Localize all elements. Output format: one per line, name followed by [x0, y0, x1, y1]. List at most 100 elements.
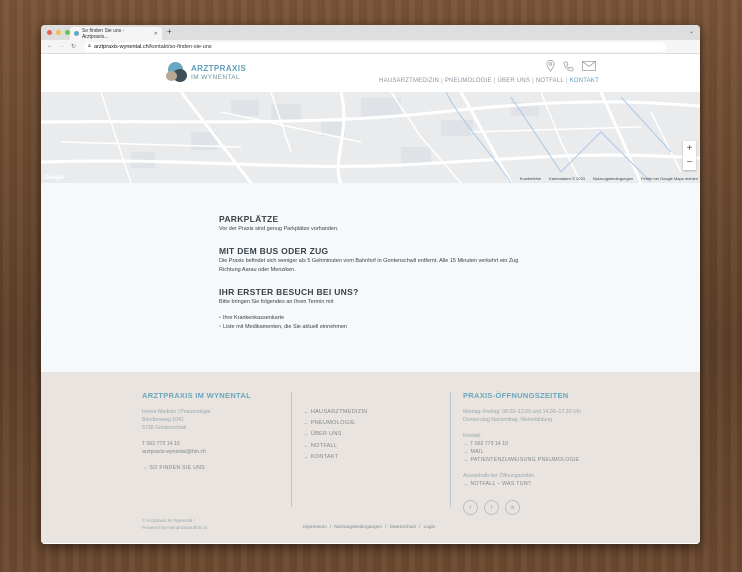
footer-hours-column: PRAXIS-ÖFFNUNGSZEITEN Montag–Freitag: 08…: [463, 392, 581, 515]
opening-hours-note: Donnerstag Nachmittag: Weiterbildung: [463, 417, 553, 423]
section-title: MIT DEM BUS ODER ZUG: [219, 246, 329, 256]
url-input[interactable]: 🔒︎ arztpraxis-wynental.ch/kontakt/so-fin…: [84, 41, 667, 52]
twitter-icon[interactable]: t: [463, 500, 478, 515]
social-links: t f in: [463, 500, 581, 515]
arrow-right-icon: →: [303, 431, 309, 438]
mail-icon[interactable]: [582, 61, 596, 71]
site-logo[interactable]: ARZTPRAXIS IM WYNENTAL: [166, 60, 246, 84]
close-tab-icon[interactable]: ✕: [154, 31, 158, 37]
linkedin-icon[interactable]: in: [505, 500, 520, 515]
map-link[interactable]: Fehler bei Google Maps melden: [641, 176, 698, 181]
section-first-visit: IHR ERSTER BESUCH BEI UNS? Bitte bringen…: [219, 287, 700, 332]
list-item: • Ihre Krankenkassenkarte: [219, 315, 285, 321]
find-us-link[interactable]: → SO FINDEN SIE UNS: [142, 464, 251, 472]
tab-list-icon[interactable]: ⌄: [689, 28, 694, 35]
nav-item-hausarztmedizin[interactable]: HAUSARZTMEDIZIN: [379, 78, 439, 84]
section-title: PARKPLÄTZE: [219, 214, 279, 224]
header-icons: [546, 60, 596, 72]
footer-city: 5728 Gontenschwil: [142, 425, 187, 431]
legal-links: Impressum / Nutzungsbedingungen / Datensch…: [303, 525, 436, 530]
reload-icon[interactable]: ↻: [71, 43, 76, 50]
section-title: IHR ERSTER BESUCH BEI UNS?: [219, 287, 359, 297]
arrow-right-icon: →: [463, 441, 469, 447]
arrow-right-icon: →: [142, 465, 148, 471]
footer-address-column: ARZTPRAXIS IM WYNENTAL Innere Medizin | …: [142, 392, 251, 472]
minimize-window-button[interactable]: [56, 30, 61, 35]
phone-icon[interactable]: [563, 61, 574, 72]
arrow-right-icon: →: [463, 457, 469, 463]
footer-nav-item[interactable]: → NOTFALL: [303, 441, 368, 452]
nav-item-notfall[interactable]: NOTFALL: [536, 78, 564, 84]
map-link[interactable]: Kurzbefehle: [520, 176, 541, 181]
section-text: Bitte bringen Sie folgendes an Ihren Ter…: [219, 299, 334, 305]
address-bar-row: ← → ↻ 🔒︎ arztpraxis-wynental.ch/kontakt/…: [41, 40, 700, 54]
legal-link-login[interactable]: Login: [423, 525, 435, 530]
new-tab-button[interactable]: +: [167, 27, 172, 36]
google-logo: Google: [44, 175, 65, 181]
back-icon[interactable]: ←: [47, 43, 53, 50]
arrow-right-icon: →: [303, 442, 309, 449]
web-page: ARZTPRAXIS IM WYNENTAL HAUSARZTMEDIZIN | …: [41, 54, 700, 544]
site-footer: ARZTPRAXIS IM WYNENTAL Innere Medizin | …: [41, 372, 700, 543]
footer-title: PRAXIS-ÖFFNUNGSZEITEN: [463, 391, 569, 400]
footer-email[interactable]: arztpraxis-wynental@hin.ch: [142, 448, 251, 456]
window-controls: [47, 30, 70, 35]
favicon-icon: [74, 31, 79, 36]
contact-mail-link[interactable]: → MAIL: [463, 448, 581, 456]
section-parking: PARKPLÄTZE Vor der Praxis sind genug Par…: [219, 214, 700, 234]
arrow-right-icon: →: [463, 449, 469, 455]
bullet-icon: •: [219, 315, 221, 321]
footer-street: Bündtenweg 1041: [142, 417, 184, 423]
url-path: /kontakt/so-finden-sie-uns: [148, 43, 212, 50]
list-item: • Liste mit Medikamenten, die Sie aktuell…: [219, 324, 348, 330]
zoom-out-button[interactable]: −: [687, 157, 693, 168]
forward-icon[interactable]: →: [59, 43, 65, 50]
close-window-button[interactable]: [47, 30, 52, 35]
section-text: Vor der Praxis sind genug Parkplätze vor…: [219, 226, 339, 232]
footer-nav-item[interactable]: → ÜBER UNS: [303, 429, 368, 440]
main-content: PARKPLÄTZE Vor der Praxis sind genug Par…: [41, 183, 700, 372]
copyright-text: © Arztpraxis im Wynental /: [142, 518, 195, 523]
nav-item-pneumologie[interactable]: PNEUMOLOGIE: [445, 78, 492, 84]
facebook-icon[interactable]: f: [484, 500, 499, 515]
arrow-right-icon: →: [463, 481, 469, 487]
tab-bar: So finden Sie uns - Arztpraxis... ✕ + ⌄: [41, 25, 700, 40]
map-link[interactable]: Nutzungsbedingungen: [593, 176, 633, 181]
site-header: ARZTPRAXIS IM WYNENTAL HAUSARZTMEDIZIN | …: [41, 54, 700, 92]
url-domain: arztpraxis-wynental.ch: [93, 43, 149, 50]
zoom-in-button[interactable]: +: [687, 143, 693, 154]
powered-by-link[interactable]: Powered by meinpraxisauftritt.ch: [142, 524, 207, 531]
main-navigation: HAUSARZTMEDIZIN | PNEUMOLOGIE | ÜBER UNS | …: [379, 78, 599, 84]
arrow-right-icon: →: [303, 409, 309, 415]
contact-label: Kontakt: [463, 433, 481, 439]
google-map[interactable]: + − Google Kurzbefehle Kartendaten © 202…: [41, 92, 700, 183]
footer-nav-item[interactable]: → HAUSARZTMEDIZIN: [303, 407, 368, 418]
map-streets: [41, 92, 700, 183]
nav-item-ueber-uns[interactable]: ÜBER UNS: [497, 78, 530, 84]
browser-tab[interactable]: So finden Sie uns - Arztpraxis... ✕: [70, 27, 162, 40]
footer-phone[interactable]: T 062 773 14 10: [142, 440, 251, 448]
footer-nav-item[interactable]: → PNEUMOLOGIE: [303, 418, 368, 429]
section-bus-train: MIT DEM BUS ODER ZUG Die Praxis befindet…: [219, 246, 700, 275]
map-zoom-control: + −: [683, 141, 696, 170]
arrow-right-icon: →: [303, 420, 309, 427]
contact-phone-link[interactable]: → T 062 773 14 10: [463, 440, 581, 448]
legal-link-impressum[interactable]: Impressum: [303, 525, 327, 530]
referral-link[interactable]: → PATIENTENZUWEISUNG PNEUMOLOGIE: [463, 456, 581, 464]
bullet-icon: •: [219, 324, 221, 330]
footer-specialty: Innere Medizin | Pneumologie: [142, 409, 211, 415]
emergency-link[interactable]: → NOTFALL – WAS TUN?: [463, 480, 581, 488]
arrow-right-icon: →: [303, 453, 309, 460]
lock-icon: 🔒︎: [88, 43, 91, 49]
outside-hours-label: Ausserhalb der Öffnungszeiten: [463, 473, 535, 479]
nav-item-kontakt[interactable]: KONTAKT: [570, 78, 599, 84]
legal-link-terms[interactable]: Nutzungsbedingungen: [334, 525, 382, 530]
browser-window: So finden Sie uns - Arztpraxis... ✕ + ⌄ …: [41, 25, 700, 544]
footer-nav-item[interactable]: → KONTAKT: [303, 452, 368, 463]
map-pin-icon[interactable]: [546, 60, 555, 72]
brand-subtitle: IM WYNENTAL: [191, 73, 241, 81]
section-text: Die Praxis befindet sich weniger als 5 G…: [219, 258, 519, 273]
logo-mark-icon: [166, 60, 188, 84]
footer-divider: [291, 392, 292, 507]
legal-link-privacy[interactable]: Datenschutz: [389, 525, 416, 530]
